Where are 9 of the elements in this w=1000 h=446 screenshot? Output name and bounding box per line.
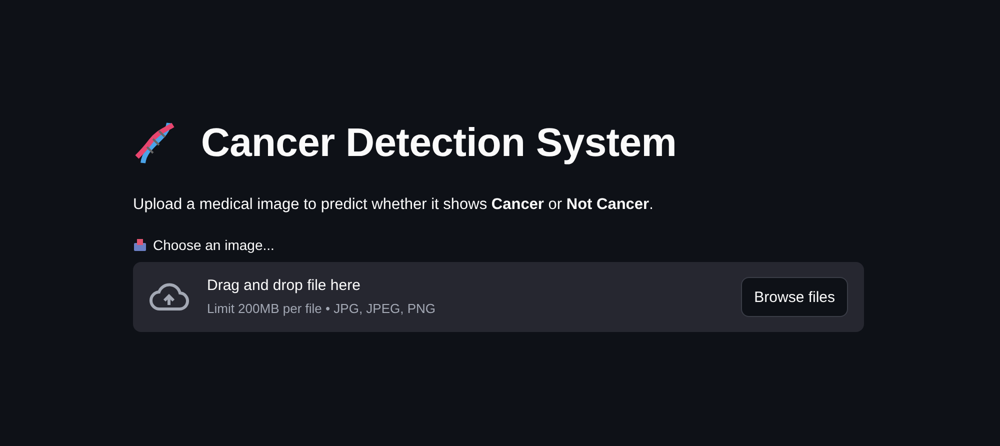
file-limit-text: Limit 200MB per file • JPG, JPEG, PNG <box>207 300 437 318</box>
file-dropzone[interactable]: Drag and drop file here Limit 200MB per file • JPG, JPEG, PNG Browse files <box>133 262 864 332</box>
drop-instruction: Drag and drop file here <box>207 276 362 296</box>
page-title: Cancer Detection System <box>201 120 677 167</box>
inbox-tray-icon <box>133 238 147 252</box>
cloud-upload-icon <box>149 282 189 312</box>
description-text: Upload a medical image to predict whether it shows Cancer or Not Cancer. <box>133 195 654 215</box>
browse-files-button[interactable]: Browse files <box>741 277 848 317</box>
uploader-label: Choose an image... <box>153 237 274 253</box>
